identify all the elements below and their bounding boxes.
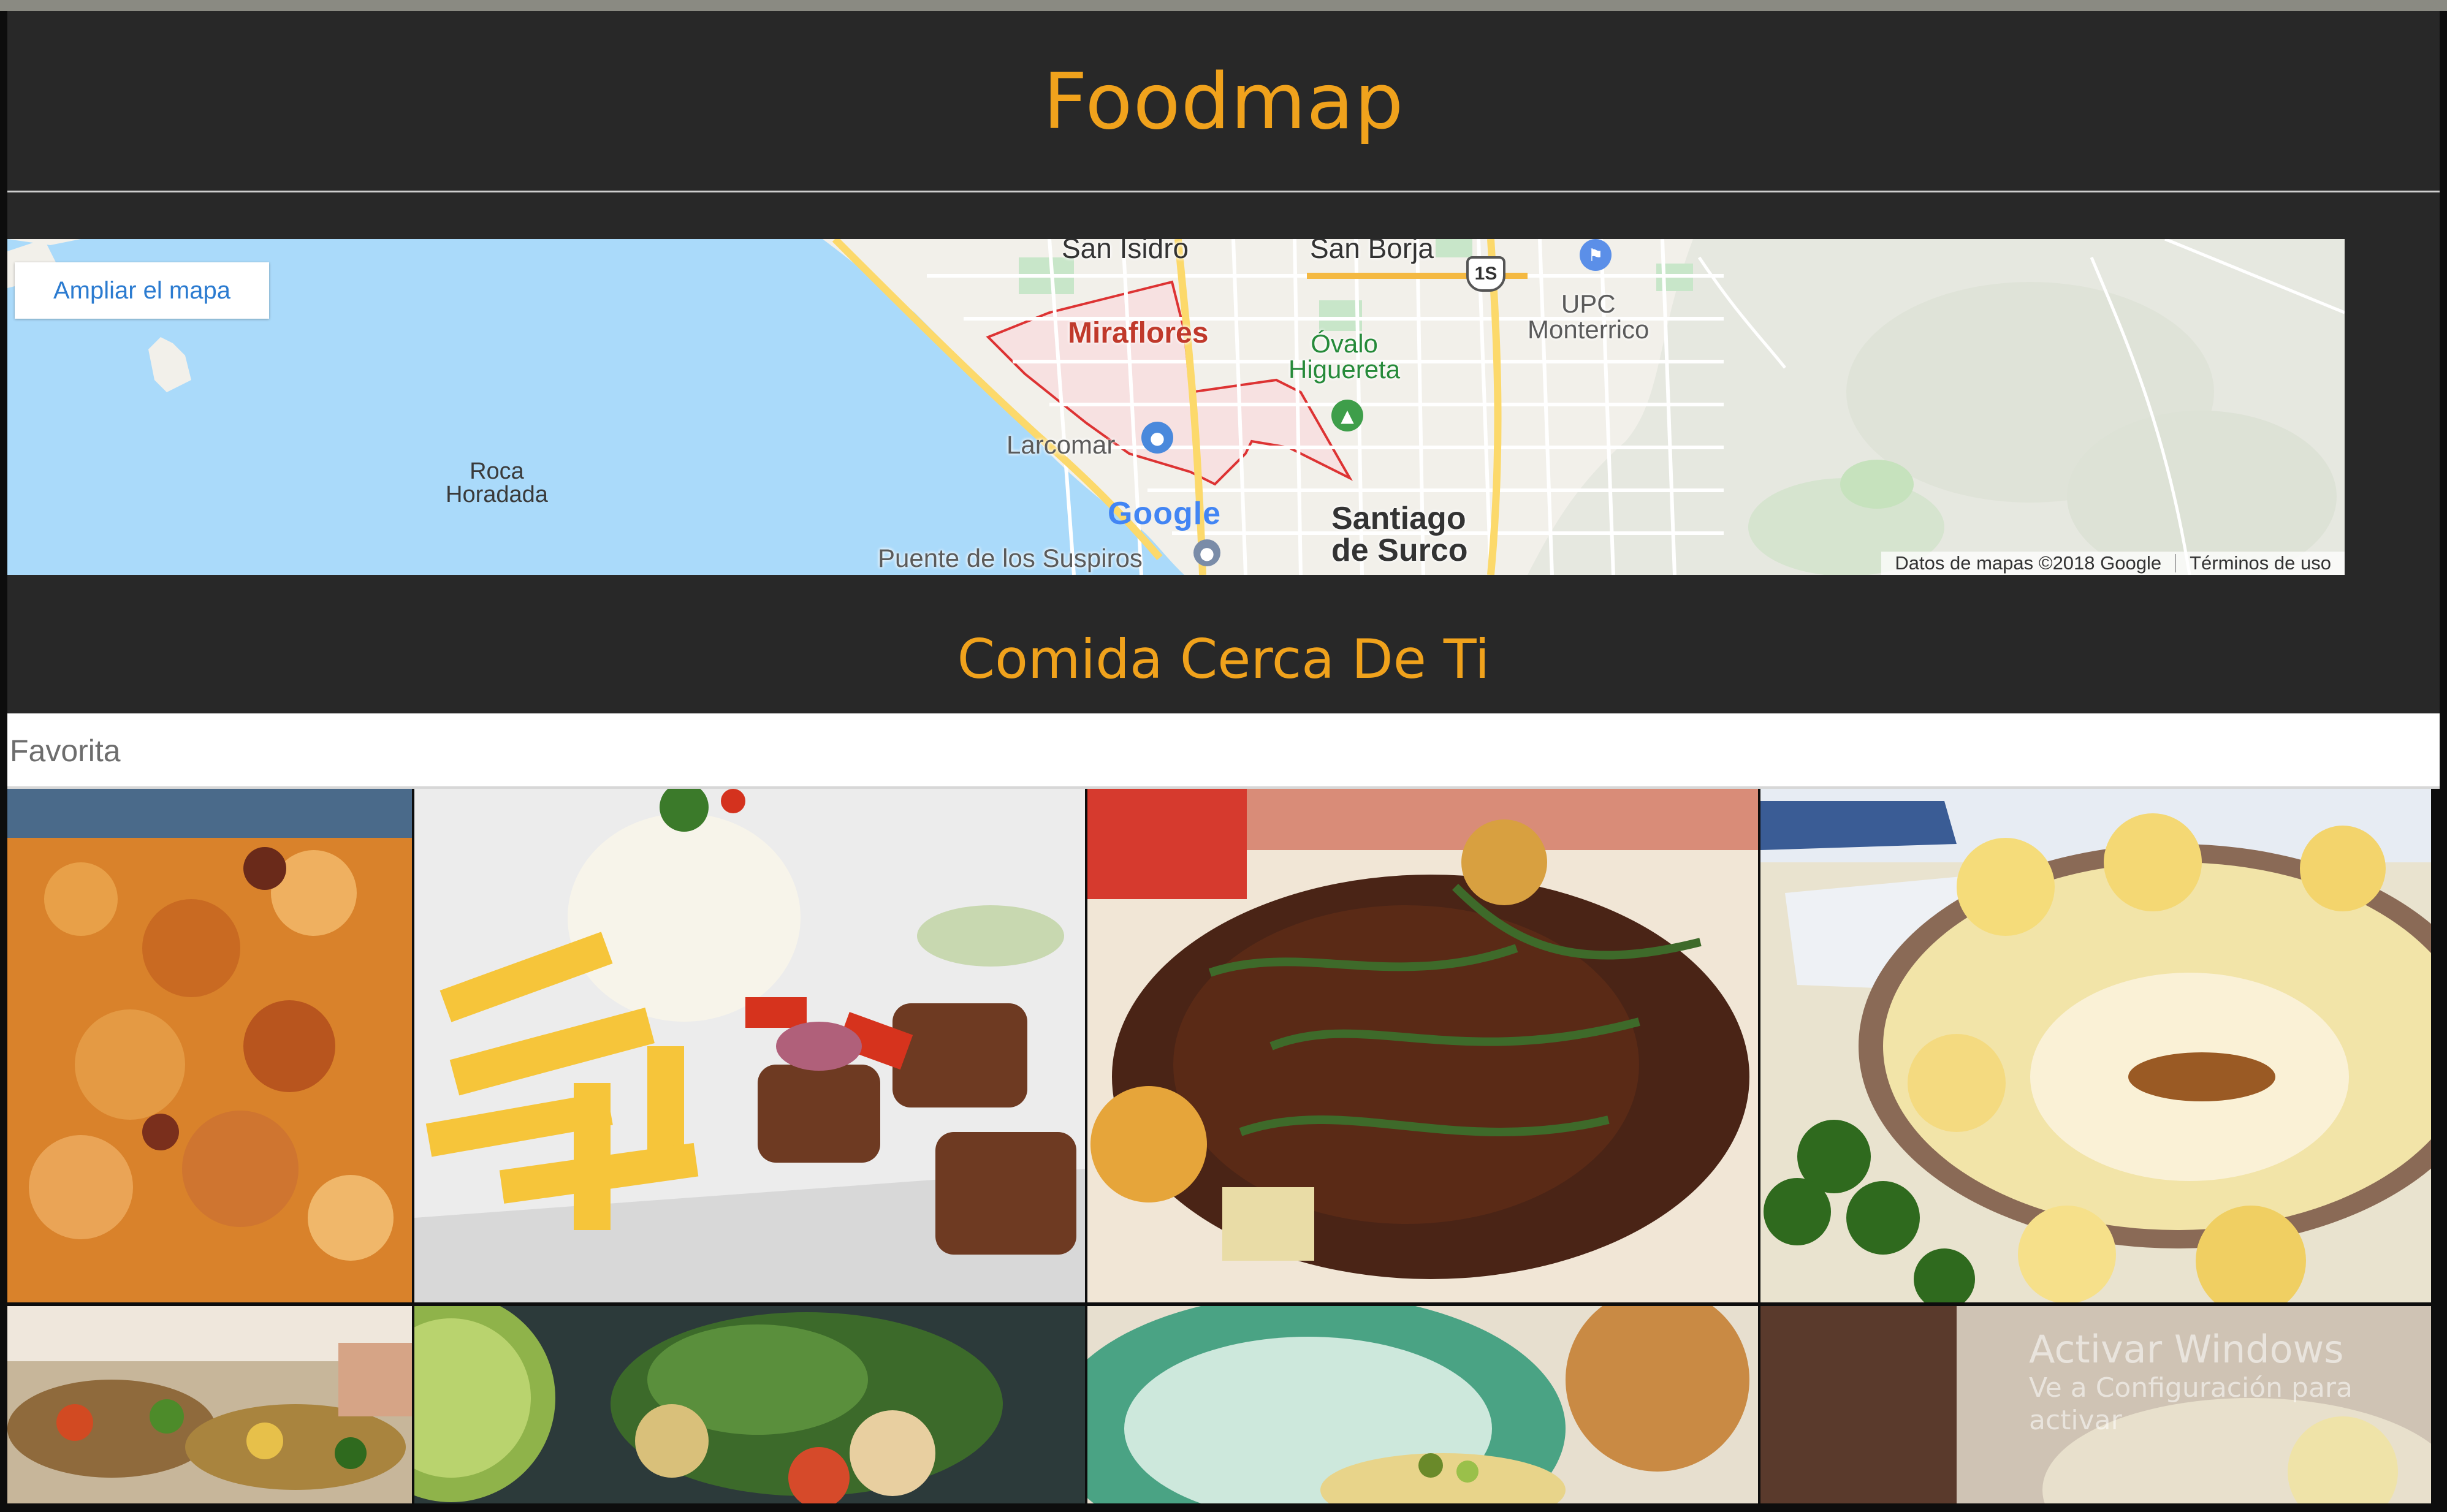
food-image[interactable] — [1760, 789, 2431, 1302]
map-label-upc: UPC Monterrico — [1528, 289, 1650, 344]
map-label-larcomar: Larcomar — [1007, 430, 1116, 459]
map-label-miraflores: Miraflores — [1068, 317, 1209, 349]
map-terms-link[interactable]: Términos de uso — [2176, 552, 2345, 574]
university-pin-icon: ⚑ — [1580, 239, 1612, 271]
map-label-puente-de-los-suspiros: Puente de los Suspiros — [878, 544, 1143, 572]
food-image[interactable] — [1087, 789, 1758, 1302]
map-label-santiago-de-surco: Santiago de Surco — [1331, 501, 1468, 568]
food-tile-pachamanca[interactable] — [1087, 789, 1758, 1302]
app-title: Foodmap — [1043, 56, 1404, 146]
map-label-ovalo-higuereta: Óvalo Higuereta — [1288, 329, 1401, 384]
windows-activation-watermark: Activar Windows Ve a Configuración para … — [2029, 1327, 2447, 1437]
food-image[interactable] — [7, 789, 412, 1302]
food-image[interactable] — [414, 1306, 1085, 1503]
food-tile-causa[interactable] — [1087, 1306, 1758, 1503]
food-tile-arroz[interactable] — [7, 789, 412, 1302]
food-image[interactable] — [7, 1306, 412, 1503]
app-header: Foodmap — [7, 11, 2440, 192]
google-logo: Google — [1108, 496, 1222, 531]
enlarge-map-button[interactable]: Ampliar el mapa — [15, 262, 269, 319]
landmark-pin-icon: ● — [1193, 539, 1220, 566]
window-top-border — [0, 0, 2447, 11]
google-map[interactable]: San Isidro San Borja 1S ⚑ UPC Monterrico… — [7, 239, 2345, 575]
map-label-roca-horadada: Roca Horadada — [446, 458, 548, 507]
map-attribution-bar: Datos de mapas ©2018 Google Términos de … — [1881, 552, 2345, 575]
watermark-title: Activar Windows — [2029, 1327, 2344, 1372]
favorite-filter-bar[interactable]: Favorita — [7, 713, 2440, 788]
food-tile-papas-gratinadas[interactable] — [1760, 789, 2431, 1302]
food-image[interactable] — [414, 789, 1085, 1302]
map-data-attribution: Datos de mapas ©2018 Google — [1895, 552, 2162, 574]
section-title: Comida Cerca De Ti — [957, 627, 1490, 691]
food-tile-lomo-saltado[interactable] — [414, 789, 1085, 1302]
food-tile-buffet[interactable] — [7, 1306, 412, 1503]
highway-shield-icon: 1S — [1466, 256, 1505, 292]
shopping-pin-icon: ● — [1141, 422, 1173, 454]
favorite-label[interactable]: Favorita — [7, 733, 121, 769]
watermark-subtitle: Ve a Configuración para activar — [2029, 1372, 2353, 1437]
food-image[interactable] — [1087, 1306, 1758, 1503]
map-label-san-borja: San Borja — [1310, 239, 1434, 264]
section-heading: Comida Cerca De Ti — [7, 613, 2440, 705]
food-tile-ceviche[interactable] — [414, 1306, 1085, 1503]
park-pin-icon: ▲ — [1331, 400, 1363, 431]
map-label-san-isidro: San Isidro — [1062, 239, 1189, 264]
